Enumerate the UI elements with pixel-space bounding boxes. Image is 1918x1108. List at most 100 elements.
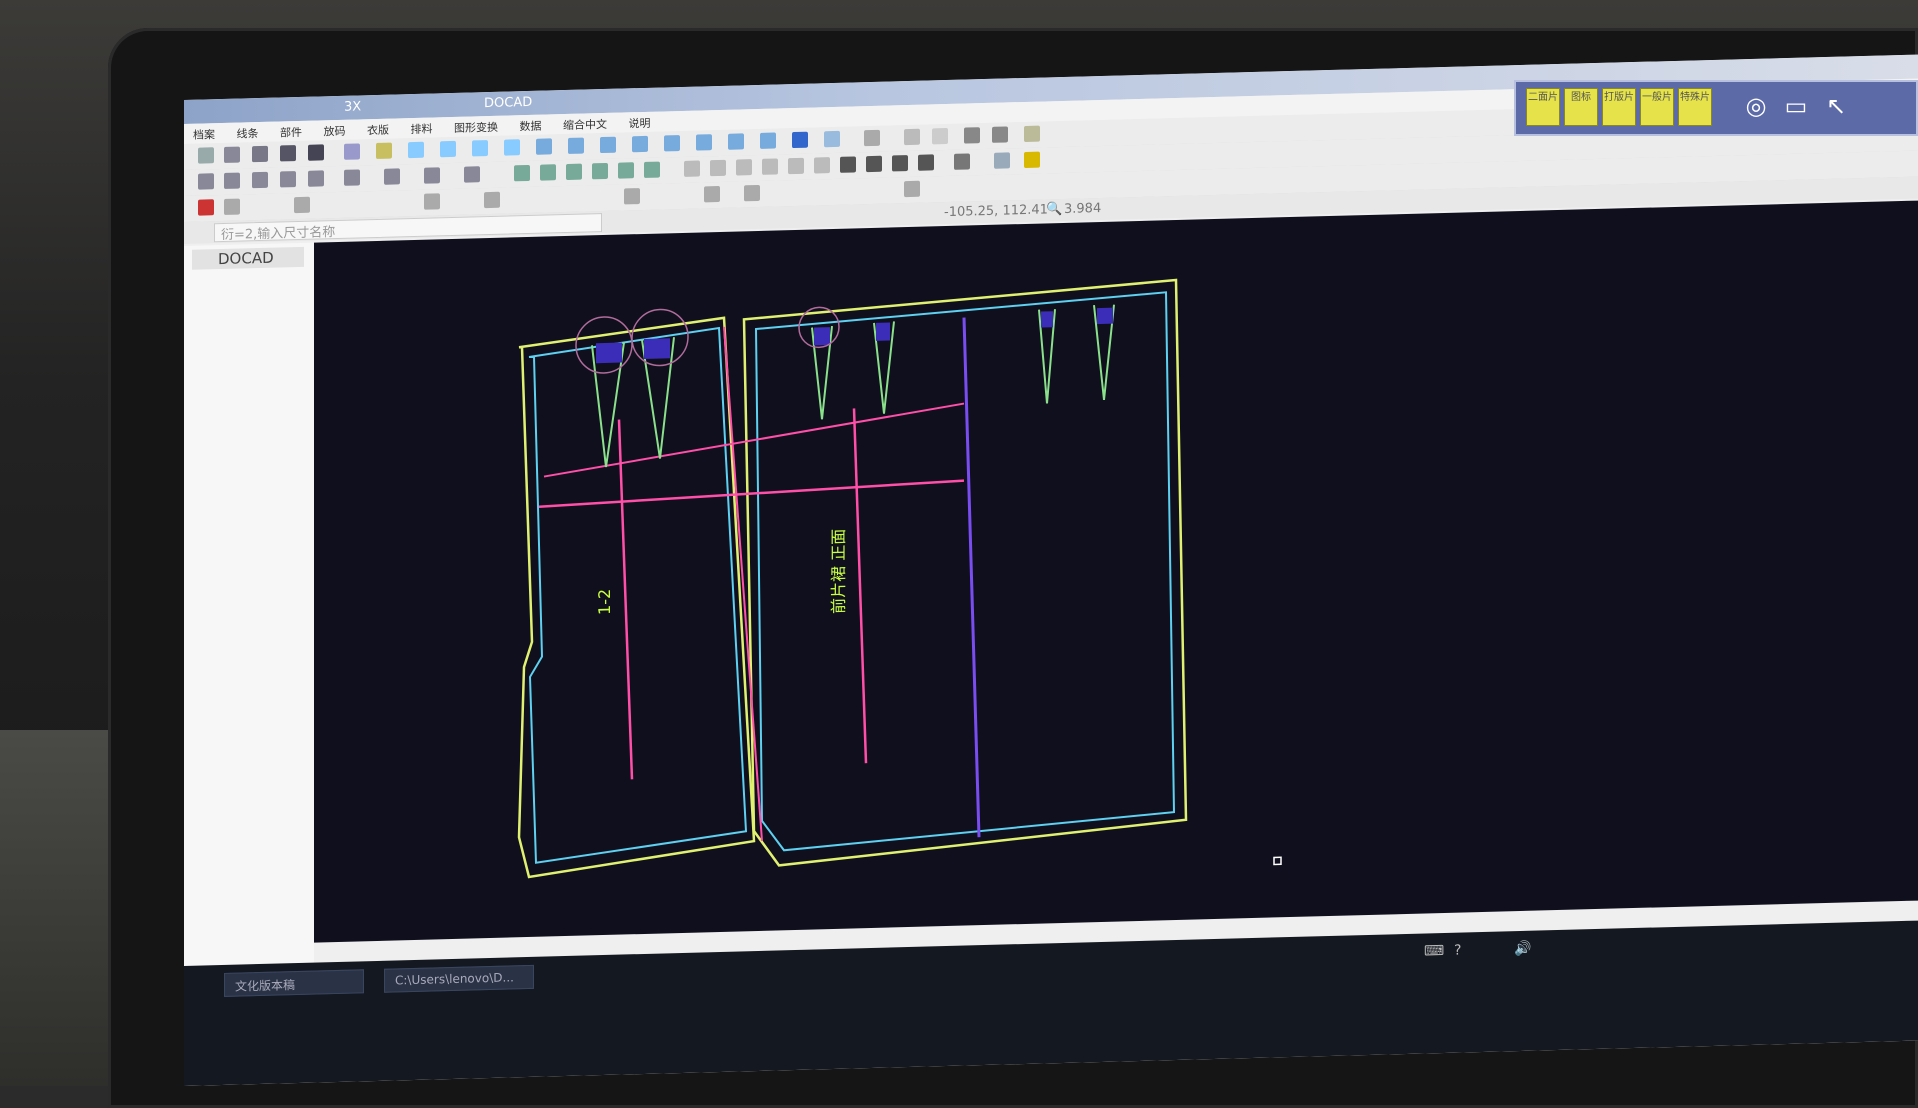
dart-marker (596, 342, 622, 364)
eraser-icon[interactable] (1024, 125, 1040, 143)
tool-icon[interactable] (440, 140, 456, 158)
window-title-fragment: 3X (344, 99, 362, 115)
overlay-button[interactable]: 一般片 (1640, 88, 1674, 126)
pattern-drawing: 1-2 前片裙 正面 (517, 278, 1282, 879)
tool-icon[interactable] (408, 141, 424, 159)
tool-icon[interactable] (632, 135, 648, 153)
cursor-icon[interactable]: ↖ (1820, 88, 1852, 124)
tool-icon[interactable] (762, 158, 778, 175)
tool-icon[interactable] (344, 169, 360, 186)
globe-icon[interactable]: ◎ (1740, 88, 1772, 124)
tool-icon[interactable] (536, 138, 552, 155)
tool-icon[interactable] (624, 188, 640, 205)
tool-icon[interactable] (736, 159, 752, 176)
left-piece-outline-yellow (517, 316, 756, 879)
undo-icon[interactable] (904, 128, 920, 146)
text-tool-icon[interactable] (792, 131, 808, 149)
save-icon[interactable] (308, 144, 324, 161)
taskbar-item[interactable]: C:\Users\lenovo\D... (384, 964, 534, 993)
floating-toolbar: 二面片 图标 打版片 一般片 特殊片 ◎ ▭ ↖ (1514, 80, 1918, 136)
zoom-prev-icon[interactable] (644, 161, 660, 178)
monitor-icon[interactable]: ▭ (1780, 88, 1812, 124)
print-icon[interactable] (344, 143, 360, 160)
tool-icon[interactable] (280, 171, 296, 188)
tool-icon[interactable] (788, 157, 804, 175)
tool-icon[interactable] (992, 126, 1008, 143)
tool-icon[interactable] (710, 159, 726, 177)
overlay-button[interactable]: 打版片 (1602, 88, 1636, 126)
overlay-button[interactable]: 图标 (1564, 88, 1598, 126)
tool-icon[interactable] (504, 139, 520, 156)
taskbar-item[interactable]: 文化版本稿 (224, 969, 364, 997)
panel-title-label: DOCAD (218, 248, 274, 269)
tool-icon[interactable] (760, 132, 776, 149)
overlay-button[interactable]: 特殊片 (1678, 88, 1712, 126)
tool-icon[interactable] (696, 134, 712, 151)
left-grainline (617, 419, 634, 780)
zoom-fit-icon[interactable] (566, 163, 582, 180)
cursor-marker (1273, 856, 1282, 866)
help-icon[interactable]: ? (1454, 943, 1461, 959)
tool-icon[interactable] (824, 130, 840, 148)
tool-icon[interactable] (840, 156, 856, 173)
pan-icon[interactable] (618, 162, 634, 179)
pencil-icon[interactable] (1024, 151, 1040, 169)
window-title: DOCAD (484, 94, 533, 112)
tool-icon[interactable] (600, 136, 616, 154)
tool-icon[interactable] (384, 168, 400, 185)
tool-icon[interactable] (198, 199, 214, 216)
tool-icon[interactable] (744, 184, 760, 202)
zoom-in-icon[interactable] (514, 164, 530, 182)
tool-icon[interactable] (294, 196, 310, 214)
zoom-out-icon[interactable] (540, 164, 556, 181)
tool-icon[interactable] (376, 142, 392, 159)
overlay-button[interactable]: 二面片 (1526, 88, 1560, 126)
tool-icon[interactable] (424, 167, 440, 184)
hip-line (538, 479, 965, 508)
tool-icon[interactable] (892, 155, 908, 172)
tool-icon[interactable] (684, 160, 700, 177)
tool-icon[interactable] (224, 172, 240, 189)
tool-icon[interactable] (664, 135, 680, 152)
tool-icon[interactable] (994, 152, 1010, 169)
center-line (962, 317, 981, 838)
dart-marker (814, 327, 830, 346)
tool-icon[interactable] (954, 153, 970, 170)
tool-icon[interactable] (568, 137, 584, 154)
tool-icon[interactable] (252, 145, 268, 163)
tool-icon[interactable] (198, 173, 214, 190)
zoom-icon: 🔍 (1046, 202, 1063, 218)
right-piece-label: 前片裙 正面 (829, 529, 848, 615)
left-piece-label: 1-2 (595, 589, 614, 616)
tool-icon[interactable] (814, 157, 830, 174)
cursor-coordinates: -105.25, 112.41 (944, 202, 1048, 221)
tool-icon[interactable] (424, 193, 440, 210)
panel-title[interactable]: DOCAD (192, 246, 304, 270)
tool-icon[interactable] (280, 145, 296, 162)
tool-icon[interactable] (728, 133, 744, 150)
tool-icon[interactable] (252, 171, 268, 189)
tool-icon[interactable] (308, 170, 324, 187)
tool-icon[interactable] (198, 147, 214, 164)
tool-icon[interactable] (864, 129, 880, 147)
zoom-window-icon[interactable] (592, 162, 608, 180)
tray-icon[interactable]: ⌨ (1424, 943, 1444, 960)
tool-icon[interactable] (224, 146, 240, 163)
tool-icon[interactable] (472, 140, 488, 157)
tool-icon[interactable] (464, 166, 480, 183)
dart-marker (1097, 307, 1113, 325)
volume-icon[interactable]: 🔊 (1514, 941, 1531, 957)
dart-marker (644, 338, 670, 359)
drawing-canvas[interactable]: 1-2 前片裙 正面 (314, 200, 1918, 943)
left-piece-outline-cyan (528, 326, 748, 864)
tool-icon[interactable] (704, 185, 720, 203)
tool-icon[interactable] (918, 154, 934, 171)
dart-marker (876, 322, 890, 341)
tool-icon[interactable] (964, 127, 980, 144)
redo-icon[interactable] (932, 127, 948, 145)
tool-icon[interactable] (224, 198, 240, 215)
tool-icon[interactable] (904, 180, 920, 198)
tool-icon[interactable] (484, 191, 500, 209)
tool-icon[interactable] (866, 155, 882, 173)
monitor-screen: 3X DOCAD 档案 线条 部件 放码 衣版 排料 图形变换 数据 缩合中文 … (184, 54, 1918, 1086)
